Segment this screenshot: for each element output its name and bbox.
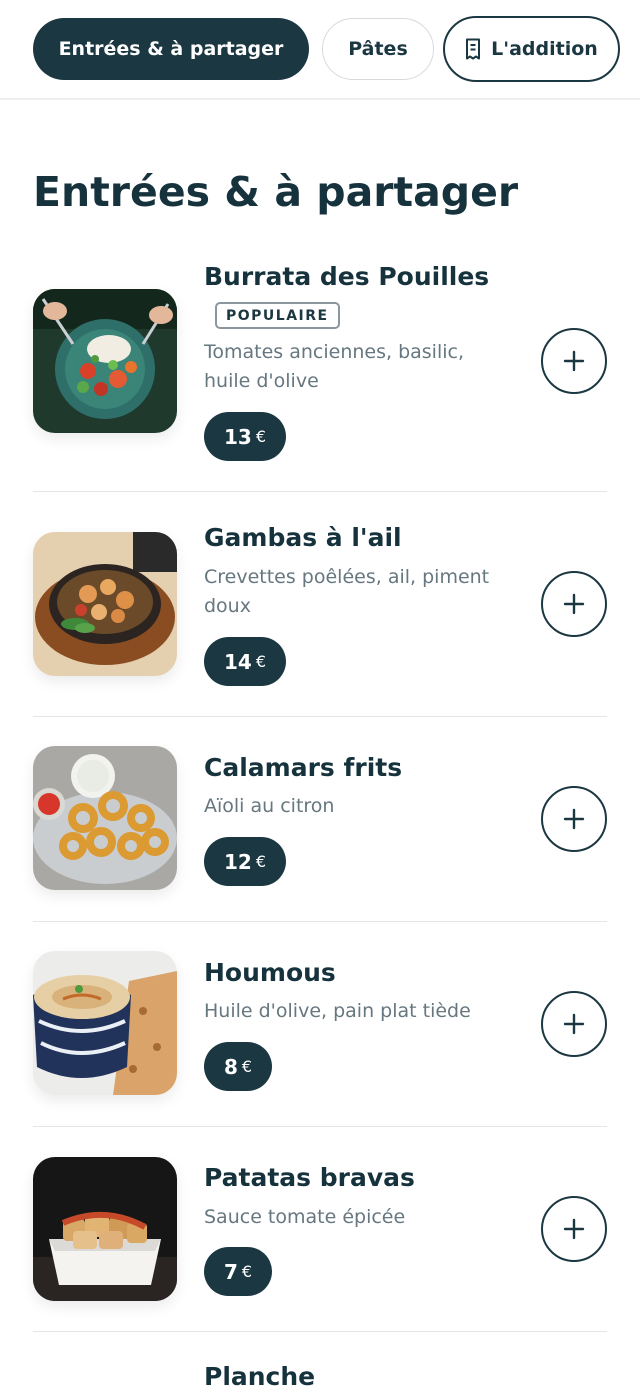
tab-pates[interactable]: Pâtes — [322, 18, 434, 80]
plus-icon — [563, 808, 585, 830]
divider — [33, 1126, 607, 1127]
hummus-photo — [33, 951, 177, 1095]
add-button[interactable] — [541, 571, 607, 637]
item-name: Gambas à l'ail — [204, 523, 402, 552]
item-name: Houmous — [204, 958, 336, 987]
price-pill: 14 € — [204, 637, 287, 686]
receipt-icon — [466, 38, 481, 60]
patatas-bravas-photo — [33, 1157, 177, 1301]
plus-icon — [563, 1013, 585, 1035]
item-description: Sauce tomate épicée — [204, 1206, 406, 1228]
price-pill: 7 € — [204, 1247, 273, 1296]
price-pill: 8 € — [204, 1042, 273, 1091]
bill-button[interactable]: L'addition — [443, 16, 620, 82]
price-value: 14 — [224, 649, 252, 674]
item-description: Crevettes poêlées, ail, piment doux — [204, 566, 490, 617]
price-currency: € — [255, 652, 267, 671]
price-currency: € — [241, 1262, 253, 1281]
bill-label: L'addition — [491, 38, 598, 60]
item-name: Calamars frits — [204, 753, 403, 782]
price-value: 13 — [224, 424, 252, 449]
price-pill: 13 € — [204, 412, 287, 461]
tab-entrees[interactable]: Entrées & à partager — [33, 18, 309, 80]
price-value: 7 — [224, 1259, 238, 1284]
divider — [33, 491, 607, 492]
plus-icon — [563, 350, 585, 372]
category-bar: Entrées & à partager Pâtes L'addition — [0, 0, 640, 100]
price-value: 12 — [224, 849, 252, 874]
plus-icon — [563, 593, 585, 615]
item-name: Patatas bravas — [204, 1163, 415, 1192]
divider — [33, 1331, 607, 1332]
item-description: Huile d'olive, pain plat tiède — [204, 1000, 471, 1022]
price-value: 8 — [224, 1054, 238, 1079]
popular-badge: POPULAIRE — [215, 302, 340, 329]
add-button[interactable] — [541, 328, 607, 394]
add-button[interactable] — [541, 991, 607, 1057]
item-description: Aïoli au citron — [204, 795, 335, 817]
add-button[interactable] — [541, 786, 607, 852]
price-currency: € — [255, 427, 267, 446]
burrata-photo — [33, 289, 177, 433]
plus-icon — [563, 1218, 585, 1240]
calamari-photo — [33, 746, 177, 890]
price-pill: 12 € — [204, 837, 287, 886]
item-name: Burrata des Pouilles — [204, 262, 490, 291]
divider — [33, 921, 607, 922]
section-title: Entrées & à partager — [33, 168, 519, 216]
divider — [33, 716, 607, 717]
shrimp-photo — [33, 532, 177, 676]
price-currency: € — [241, 1057, 253, 1076]
price-currency: € — [255, 852, 267, 871]
item-description: Tomates anciennes, basilic, huile d'oliv… — [204, 341, 465, 392]
item-name: Planche — [204, 1362, 316, 1391]
add-button[interactable] — [541, 1196, 607, 1262]
